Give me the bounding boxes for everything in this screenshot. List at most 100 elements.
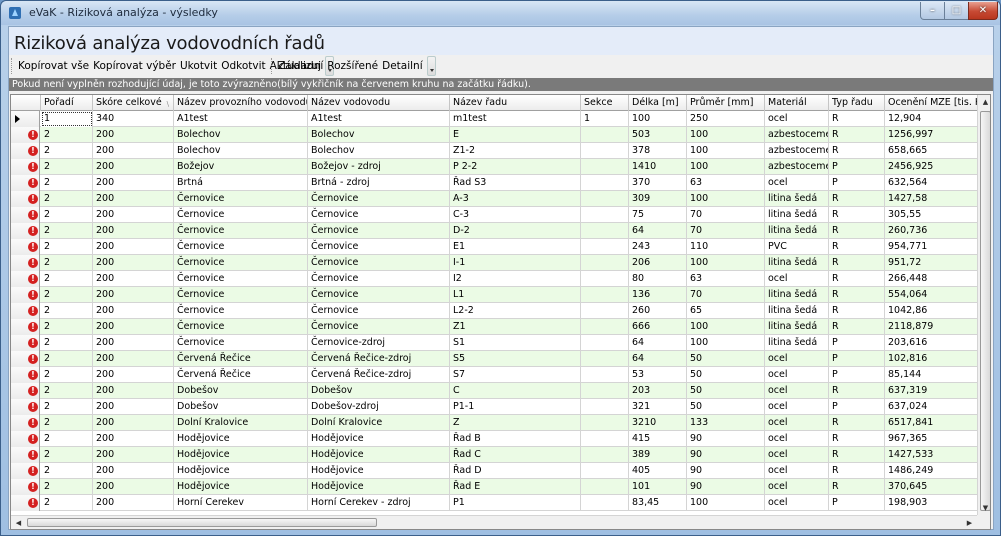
- cell-pipe-type[interactable]: R: [829, 479, 885, 495]
- cell-valuation-mze[interactable]: 198,903: [885, 495, 985, 511]
- table-row[interactable]: ! 2 200 Černovice Černovice L2-2 260 65 litina š…: [11, 303, 990, 319]
- toolbar-grip[interactable]: [11, 58, 14, 74]
- cell-pipe-name[interactable]: Řad C: [450, 447, 581, 463]
- cell-order[interactable]: 2: [41, 303, 93, 319]
- cell-section[interactable]: [581, 175, 629, 191]
- cell-pipe-type[interactable]: R: [829, 319, 885, 335]
- cell-total-score[interactable]: 200: [93, 399, 174, 415]
- cell-pipe-type[interactable]: R: [829, 383, 885, 399]
- cell-diameter[interactable]: 90: [687, 431, 765, 447]
- cell-material[interactable]: litina šedá: [765, 223, 829, 239]
- cell-diameter[interactable]: 65: [687, 303, 765, 319]
- cell-valuation-mze[interactable]: 102,816: [885, 351, 985, 367]
- view-basic-button[interactable]: Základní: [276, 57, 325, 75]
- cell-pipe-name[interactable]: E: [450, 127, 581, 143]
- cell-order[interactable]: 2: [41, 495, 93, 511]
- cell-length[interactable]: 309: [629, 191, 687, 207]
- row-header[interactable]: !: [11, 367, 40, 383]
- cell-operator-water-network[interactable]: Hodějovice: [174, 479, 308, 495]
- horizontal-scrollbar[interactable]: ◀ ▶: [11, 515, 977, 529]
- cell-length[interactable]: 370: [629, 175, 687, 191]
- row-header[interactable]: !: [11, 479, 40, 495]
- cell-pipe-type[interactable]: R: [829, 431, 885, 447]
- toolbar-overflow-button[interactable]: [426, 56, 436, 76]
- cell-pipe-type[interactable]: P: [829, 335, 885, 351]
- cell-length[interactable]: 3210: [629, 415, 687, 431]
- cell-section[interactable]: [581, 143, 629, 159]
- cell-pipe-type[interactable]: R: [829, 111, 885, 127]
- cell-pipe-name[interactable]: E1: [450, 239, 581, 255]
- cell-pipe-type[interactable]: R: [829, 271, 885, 287]
- cell-total-score[interactable]: 200: [93, 415, 174, 431]
- cell-diameter[interactable]: 70: [687, 223, 765, 239]
- cell-length[interactable]: 243: [629, 239, 687, 255]
- cell-total-score[interactable]: 200: [93, 383, 174, 399]
- cell-pipe-name[interactable]: I2: [450, 271, 581, 287]
- cell-operator-water-network[interactable]: Černovice: [174, 207, 308, 223]
- table-row[interactable]: ! 2 200 Černovice Černovice I-1 206 100 litina š…: [11, 255, 990, 271]
- cell-operator-water-network[interactable]: Božejov: [174, 159, 308, 175]
- close-button[interactable]: ✕: [968, 2, 998, 20]
- vertical-scrollbar[interactable]: ▲ ▼: [977, 95, 990, 515]
- cell-operator-water-network[interactable]: Bolechov: [174, 143, 308, 159]
- cell-material[interactable]: litina šedá: [765, 303, 829, 319]
- minimize-button[interactable]: –: [920, 2, 945, 20]
- cell-material[interactable]: ocel: [765, 495, 829, 511]
- cell-length[interactable]: 80: [629, 271, 687, 287]
- row-header[interactable]: !: [11, 319, 40, 335]
- row-header[interactable]: !: [11, 191, 40, 207]
- row-header[interactable]: !: [11, 287, 40, 303]
- cell-section[interactable]: [581, 223, 629, 239]
- cell-material[interactable]: ocel: [765, 111, 829, 127]
- cell-pipe-type[interactable]: P: [829, 399, 885, 415]
- cell-valuation-mze[interactable]: 954,771: [885, 239, 985, 255]
- cell-length[interactable]: 1410: [629, 159, 687, 175]
- cell-pipe-type[interactable]: P: [829, 159, 885, 175]
- cell-pipe-name[interactable]: Řad B: [450, 431, 581, 447]
- cell-order[interactable]: 2: [41, 431, 93, 447]
- cell-valuation-mze[interactable]: 1256,997: [885, 127, 985, 143]
- cell-total-score[interactable]: 200: [93, 319, 174, 335]
- view-detailed-button[interactable]: Detailní: [380, 57, 425, 75]
- row-header[interactable]: !: [11, 175, 40, 191]
- row-header[interactable]: [11, 111, 40, 127]
- cell-water-network[interactable]: Černovice-zdroj: [308, 335, 450, 351]
- column-header-diameter[interactable]: Průměr [mm]: [687, 95, 765, 111]
- cell-valuation-mze[interactable]: 12,904: [885, 111, 985, 127]
- cell-material[interactable]: azbestocement: [765, 127, 829, 143]
- cell-operator-water-network[interactable]: Černovice: [174, 319, 308, 335]
- cell-water-network[interactable]: Dobešov: [308, 383, 450, 399]
- column-header-order[interactable]: Pořadí: [41, 95, 93, 111]
- cell-operator-water-network[interactable]: Dolní Kralovice: [174, 415, 308, 431]
- scroll-up-icon[interactable]: ▲: [978, 95, 990, 109]
- cell-operator-water-network[interactable]: Černovice: [174, 303, 308, 319]
- cell-material[interactable]: litina šedá: [765, 335, 829, 351]
- vertical-scroll-thumb[interactable]: [980, 111, 990, 511]
- cell-section[interactable]: [581, 399, 629, 415]
- cell-pipe-name[interactable]: Z1: [450, 319, 581, 335]
- cell-diameter[interactable]: 63: [687, 175, 765, 191]
- column-header-length[interactable]: Délka [m]: [629, 95, 687, 111]
- pin-button[interactable]: Ukotvit: [178, 57, 219, 75]
- cell-section[interactable]: [581, 271, 629, 287]
- cell-valuation-mze[interactable]: 1427,533: [885, 447, 985, 463]
- cell-water-network[interactable]: Horní Cerekev - zdroj: [308, 495, 450, 511]
- cell-valuation-mze[interactable]: 632,564: [885, 175, 985, 191]
- cell-water-network[interactable]: Černovice: [308, 255, 450, 271]
- cell-material[interactable]: litina šedá: [765, 319, 829, 335]
- cell-order[interactable]: 2: [41, 223, 93, 239]
- cell-operator-water-network[interactable]: Hodějovice: [174, 447, 308, 463]
- cell-pipe-name[interactable]: Z1-2: [450, 143, 581, 159]
- cell-length[interactable]: 53: [629, 367, 687, 383]
- row-header[interactable]: !: [11, 335, 40, 351]
- cell-order[interactable]: 2: [41, 207, 93, 223]
- cell-valuation-mze[interactable]: 637,024: [885, 399, 985, 415]
- cell-pipe-name[interactable]: Řad S3: [450, 175, 581, 191]
- cell-water-network[interactable]: Božejov - zdroj: [308, 159, 450, 175]
- table-row[interactable]: ! 2 200 Hodějovice Hodějovice Řad B 415 90 ocel R…: [11, 431, 990, 447]
- row-header[interactable]: !: [11, 351, 40, 367]
- cell-diameter[interactable]: 50: [687, 351, 765, 367]
- cell-section[interactable]: [581, 495, 629, 511]
- column-header-section[interactable]: Sekce: [581, 95, 629, 111]
- cell-material[interactable]: ocel: [765, 447, 829, 463]
